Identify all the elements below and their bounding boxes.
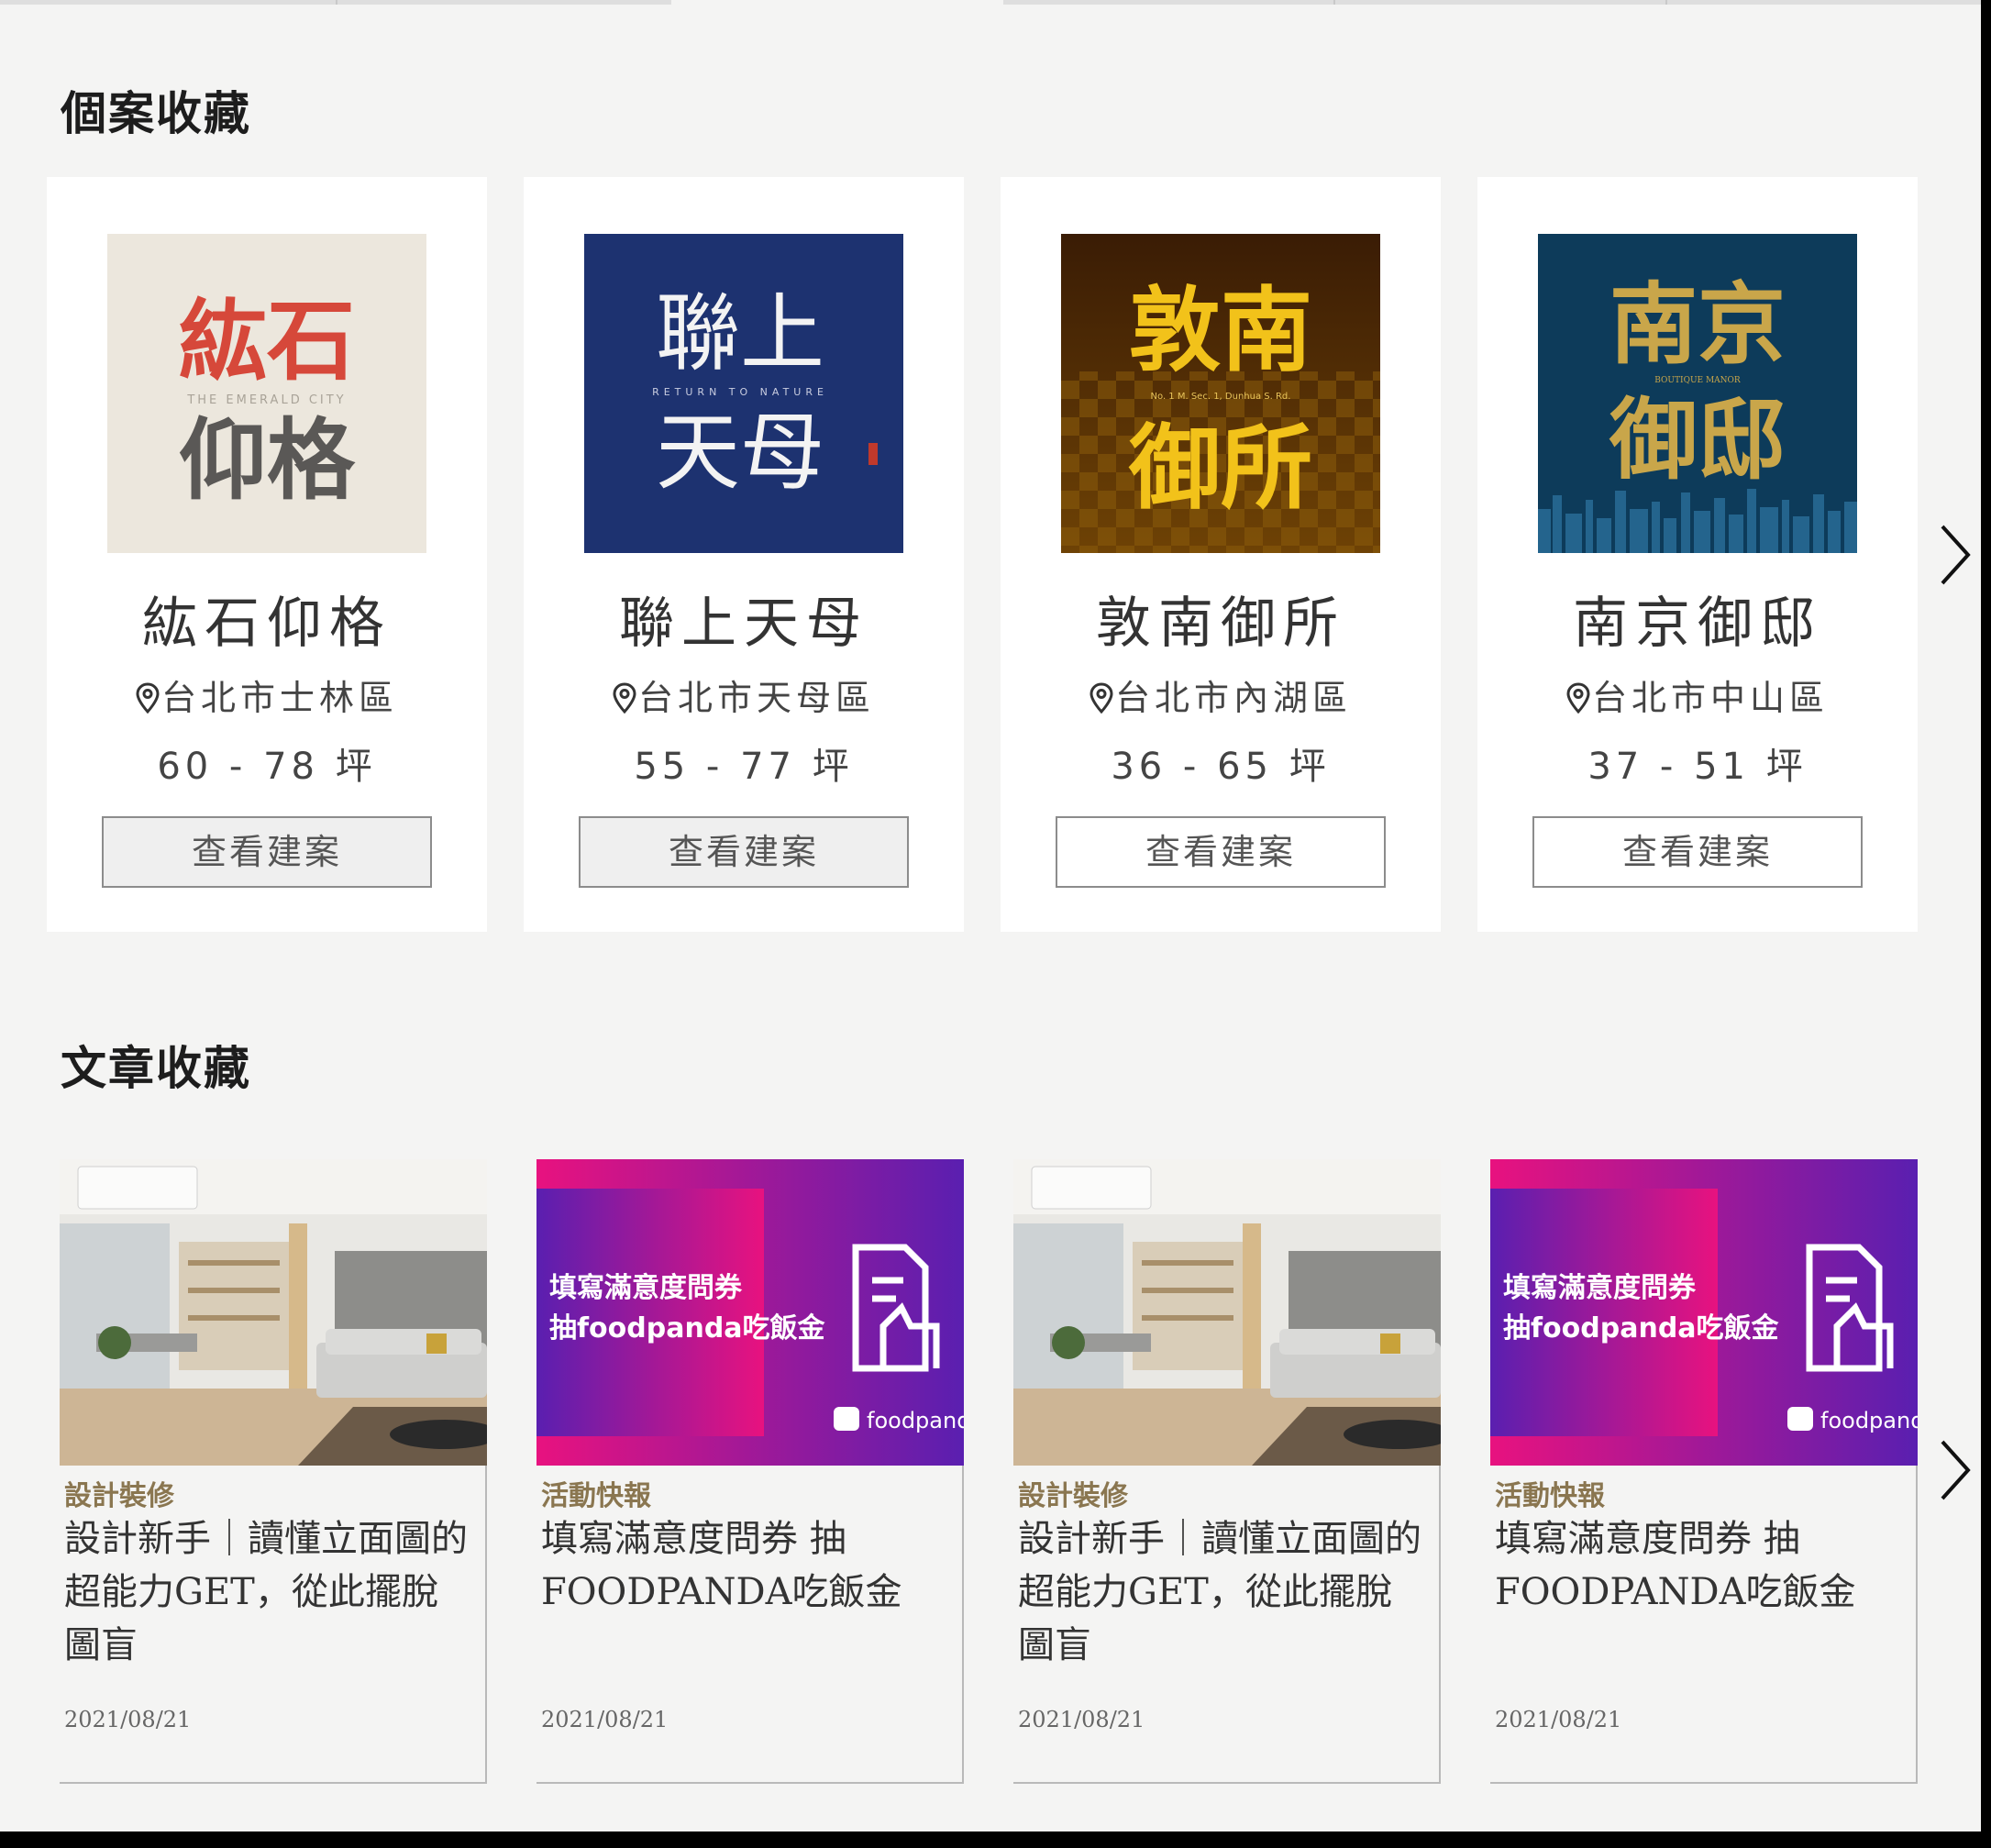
project-logo-image: 南京 BOUTIQUE MANOR 御邸 [1538, 234, 1857, 553]
logo-subtitle: RETURN TO NATURE [652, 386, 828, 398]
living-room-photo [60, 1159, 487, 1466]
project-size: 37 - 51 坪 [1587, 746, 1808, 788]
project-name: 聯上天母 [619, 592, 868, 656]
map-pin-icon [136, 682, 160, 714]
favorites-page: 個案收藏 紘石 THE EMERALD CITY 仰格 紘石仰格 台北市士林區 … [0, 0, 1981, 1831]
foodpanda-promo-banner: 填寫滿意度問券 抽foodpanda吃飯金 foodpand [1490, 1159, 1918, 1466]
tab-1[interactable] [0, 0, 336, 5]
article-title[interactable]: 填寫滿意度問券 抽FOODPANDA吃飯金 [1495, 1512, 1898, 1619]
article-title[interactable]: 填寫滿意度問券 抽FOODPANDA吃飯金 [541, 1512, 945, 1619]
logo-text-top: 南京 [1609, 272, 1786, 376]
chevron-right-icon[interactable] [1937, 523, 1974, 587]
seal-stamp [868, 443, 878, 465]
article-date: 2021/08/21 [1018, 1707, 1145, 1732]
project-location-text: 台北市士林區 [160, 678, 398, 718]
project-card[interactable]: 敦南 No. 1 M. Sec. 1, Dunhua S. Rd. 御所 敦南御… [1001, 177, 1441, 932]
article-title[interactable]: 設計新手｜讀懂立面圖的超能力GET，從此擺脫圖盲 [64, 1512, 468, 1672]
article-category: 設計裝修 [64, 1480, 174, 1512]
tab-2[interactable] [337, 0, 671, 5]
article-date: 2021/08/21 [64, 1707, 192, 1732]
living-room-photo [1013, 1159, 1441, 1466]
tab-6[interactable] [1667, 0, 1981, 5]
promo-line-2: 抽foodpanda吃飯金 [1503, 1312, 1780, 1345]
article-category: 設計裝修 [1018, 1480, 1128, 1512]
project-logo-image: 敦南 No. 1 M. Sec. 1, Dunhua S. Rd. 御所 [1061, 234, 1380, 553]
project-name: 敦南御所 [1096, 592, 1345, 656]
article-thumbnail: 填寫滿意度問券 抽foodpanda吃飯金 foodpand [1490, 1159, 1918, 1466]
project-logo: 紘石 THE EMERALD CITY 仰格 [107, 234, 426, 553]
logo-subtitle: No. 1 M. Sec. 1, Dunhua S. Rd. [1151, 392, 1291, 402]
foodpanda-logo [834, 1407, 859, 1431]
promo-line-2: 抽foodpanda吃飯金 [549, 1312, 826, 1345]
article-card[interactable]: 填寫滿意度問券 抽foodpanda吃飯金 foodpand 活動快報 填寫滿意… [536, 1159, 964, 1784]
promo-brand: foodpand [867, 1408, 964, 1433]
article-category: 活動快報 [541, 1480, 651, 1512]
articles-section-title: 文章收藏 [61, 1042, 251, 1095]
foodpanda-logo [1787, 1407, 1813, 1431]
tab-4[interactable] [1003, 0, 1333, 5]
promo-brand: foodpand [1820, 1408, 1918, 1433]
view-project-button[interactable]: 查看建案 [1056, 816, 1386, 888]
article-card[interactable]: 填寫滿意度問券 抽foodpanda吃飯金 foodpand 活動快報 填寫滿意… [1490, 1159, 1918, 1784]
article-thumbnail [1013, 1159, 1441, 1466]
article-title[interactable]: 設計新手｜讀懂立面圖的超能力GET，從此擺脫圖盲 [1018, 1512, 1421, 1672]
article-date: 2021/08/21 [1495, 1707, 1622, 1732]
logo-text-bottom: 御所 [1128, 414, 1312, 522]
chevron-right-icon[interactable] [1937, 1438, 1974, 1502]
project-logo: 聯上 RETURN TO NATURE 天母 [584, 234, 903, 553]
project-size: 36 - 65 坪 [1111, 746, 1331, 788]
article-category: 活動快報 [1495, 1480, 1605, 1512]
tab-5[interactable] [1335, 0, 1665, 5]
project-location-text: 台北市天母區 [637, 678, 875, 718]
project-size: 55 - 77 坪 [634, 746, 854, 788]
logo-text-top: 聯上 [656, 284, 824, 382]
project-card[interactable]: 聯上 RETURN TO NATURE 天母 聯上天母 台北市天母區 55 - … [524, 177, 964, 932]
article-thumbnail: 填寫滿意度問券 抽foodpanda吃飯金 foodpand [536, 1159, 964, 1466]
foodpanda-promo-banner: 填寫滿意度問券 抽foodpanda吃飯金 foodpand [536, 1159, 964, 1466]
project-size: 60 - 78 坪 [157, 746, 377, 788]
project-location: 台北市中山區 [1477, 669, 1918, 720]
logo-text-bottom: 御邸 [1609, 388, 1786, 492]
logo-text-bottom: 天母 [656, 404, 824, 502]
project-location: 台北市內湖區 [1001, 669, 1441, 720]
promo-line-1: 填寫滿意度問券 [1503, 1272, 1697, 1304]
tab-strip [0, 0, 1981, 6]
article-card[interactable]: 設計裝修 設計新手｜讀懂立面圖的超能力GET，從此擺脫圖盲 2021/08/21 [1013, 1159, 1441, 1784]
logo-text-bottom: 仰格 [179, 408, 356, 512]
project-logo-image: 紘石 THE EMERALD CITY 仰格 [107, 234, 426, 553]
project-logo: 南京 BOUTIQUE MANOR 御邸 [1538, 234, 1857, 553]
logo-subtitle: THE EMERALD CITY [186, 393, 346, 407]
project-card[interactable]: 南京 BOUTIQUE MANOR 御邸 南京御邸 台北市中山區 37 - 51… [1477, 177, 1918, 932]
project-name: 紘石仰格 [142, 592, 392, 656]
project-location-text: 台北市內湖區 [1114, 678, 1352, 718]
project-location-text: 台北市中山區 [1591, 678, 1829, 718]
view-project-button[interactable]: 查看建案 [102, 816, 432, 888]
logo-subtitle: BOUTIQUE MANOR [1654, 376, 1741, 385]
view-project-button[interactable]: 查看建案 [1532, 816, 1863, 888]
project-location: 台北市士林區 [47, 669, 487, 720]
map-pin-icon [1090, 682, 1113, 714]
logo-text-top: 紘石 [179, 289, 355, 393]
project-card[interactable]: 紘石 THE EMERALD CITY 仰格 紘石仰格 台北市士林區 60 - … [47, 177, 487, 932]
project-location: 台北市天母區 [524, 669, 964, 720]
logo-text-top: 敦南 [1129, 276, 1312, 384]
project-name: 南京御邸 [1573, 592, 1822, 656]
project-logo: 敦南 No. 1 M. Sec. 1, Dunhua S. Rd. 御所 [1061, 234, 1380, 553]
projects-section-title: 個案收藏 [61, 87, 251, 140]
promo-line-1: 填寫滿意度問券 [549, 1272, 743, 1304]
view-project-button[interactable]: 查看建案 [579, 816, 909, 888]
project-logo-image: 聯上 RETURN TO NATURE 天母 [584, 234, 903, 553]
map-pin-icon [1566, 682, 1590, 714]
tab-3-active[interactable] [671, 0, 1003, 5]
article-thumbnail [60, 1159, 487, 1466]
article-card[interactable]: 設計裝修 設計新手｜讀懂立面圖的超能力GET，從此擺脫圖盲 2021/08/21 [60, 1159, 487, 1784]
article-date: 2021/08/21 [541, 1707, 669, 1732]
map-pin-icon [613, 682, 636, 714]
